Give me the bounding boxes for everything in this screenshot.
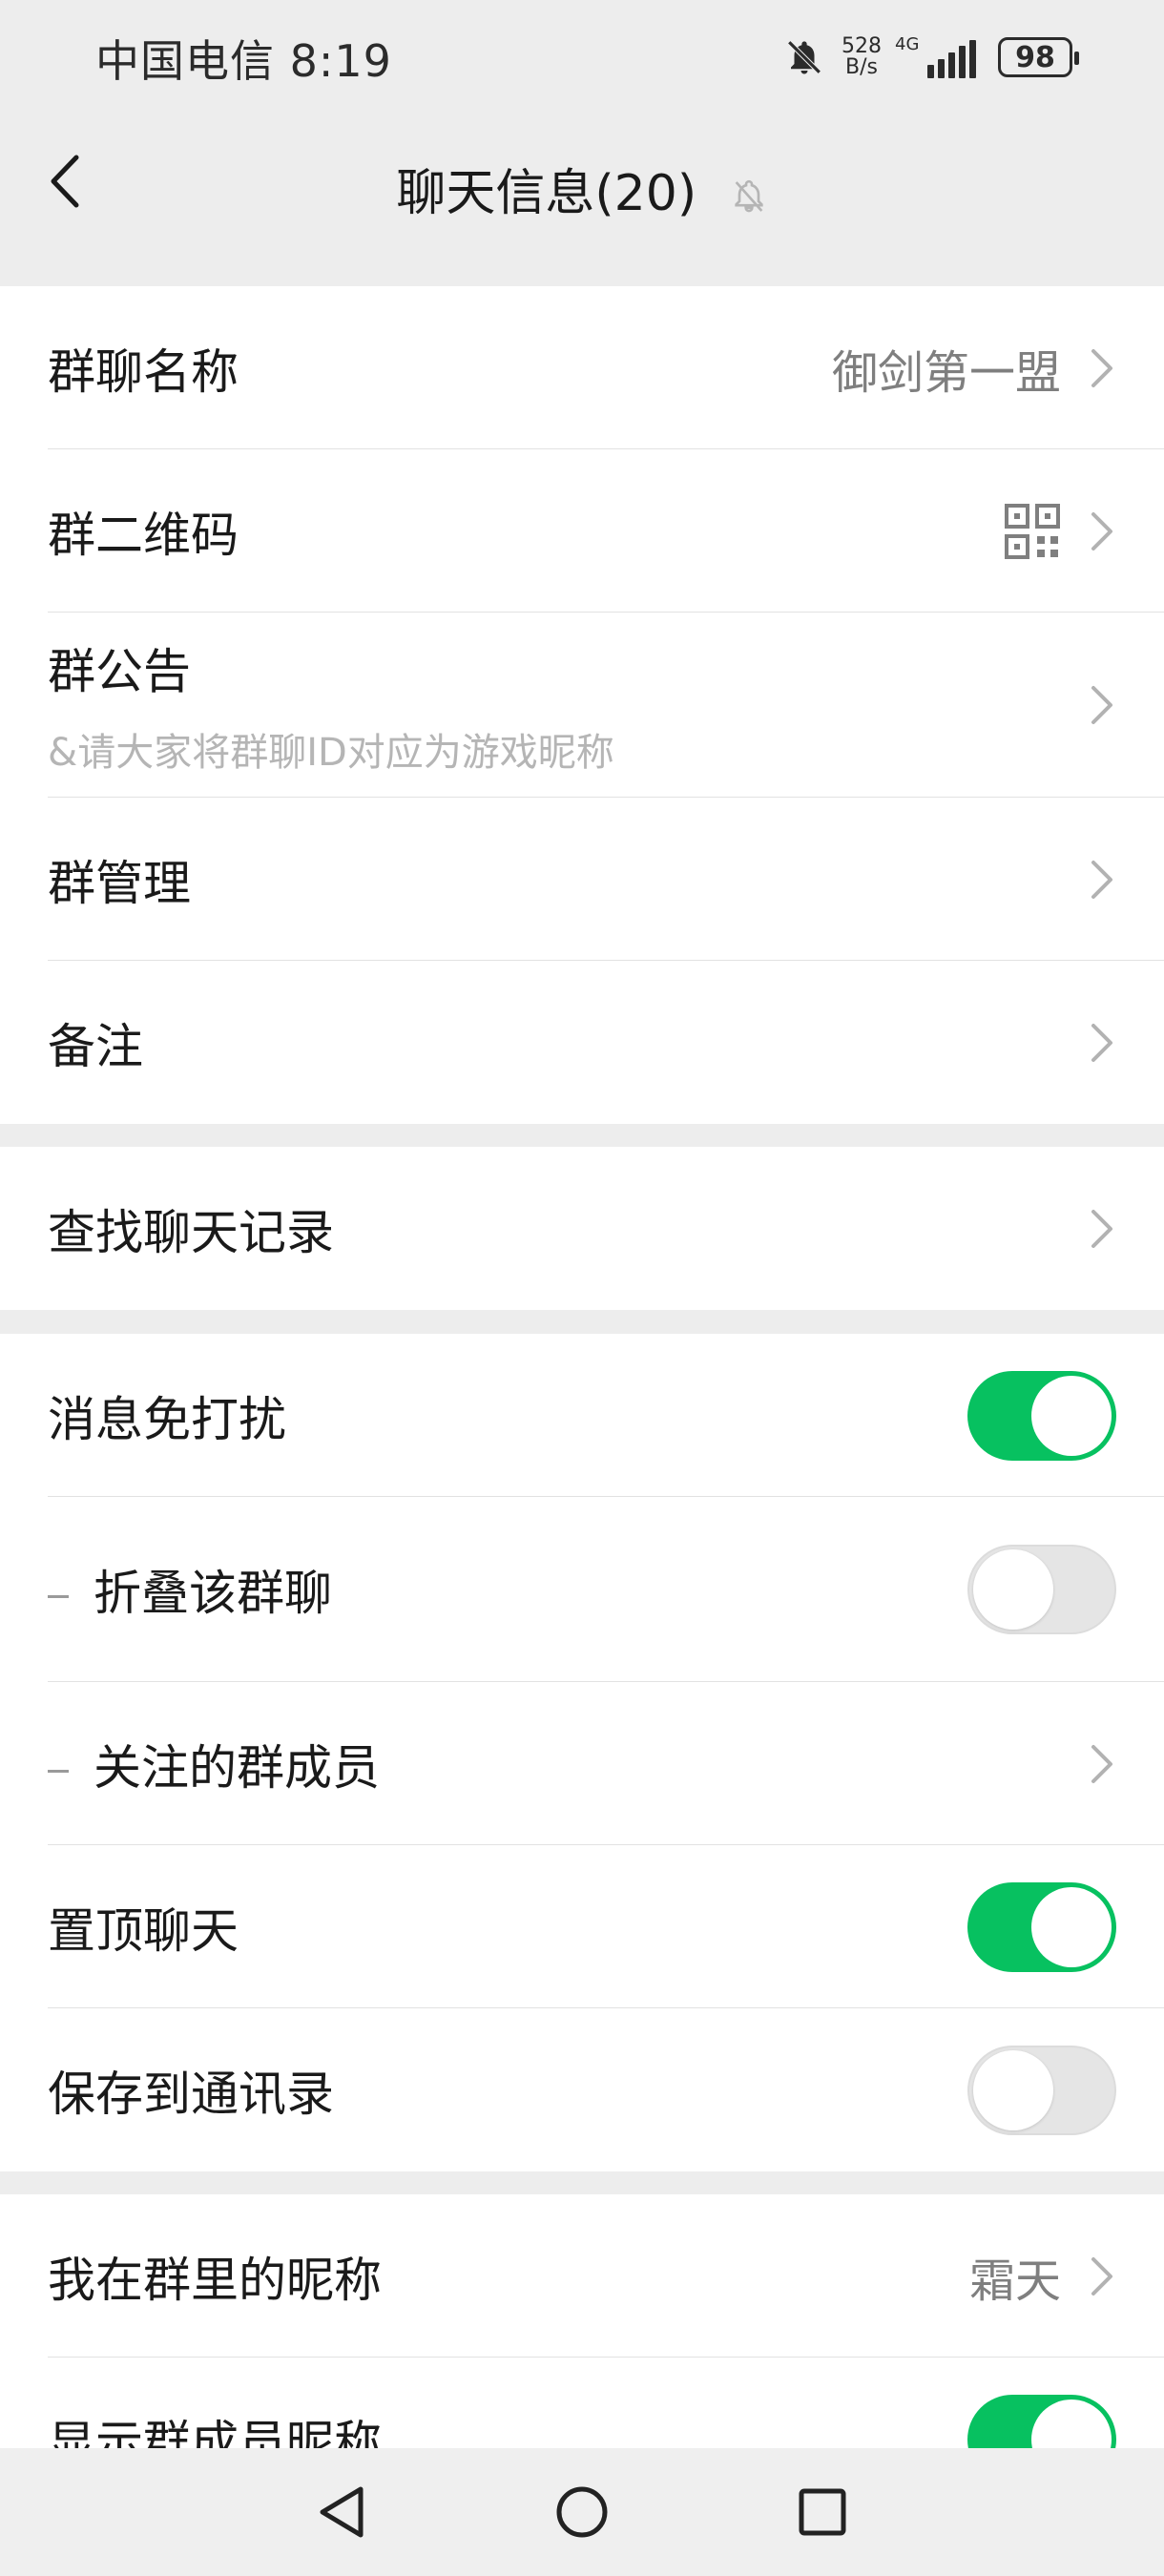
show-nickname-row: 显示群成员昵称 xyxy=(0,2358,1164,2448)
carrier-time: 中国电信 8:19 xyxy=(95,35,392,87)
toggle-knob xyxy=(1031,1375,1112,1456)
chevron-right-icon xyxy=(1091,1209,1112,1248)
remark-row[interactable]: 备注 xyxy=(0,961,1164,1124)
save-contacts-toggle[interactable] xyxy=(967,2045,1116,2135)
pin-chat-label: 置顶聊天 xyxy=(48,1902,239,1959)
toggle-knob xyxy=(973,2049,1053,2130)
my-nickname-row[interactable]: 我在群里的昵称 霜天 xyxy=(0,2194,1164,2358)
bell-off-icon xyxy=(787,40,821,74)
my-nickname-value: 霜天 xyxy=(968,2254,1061,2308)
bell-off-icon xyxy=(734,179,763,213)
dash-icon xyxy=(48,1595,69,1598)
page-title: 聊天信息(20) xyxy=(0,153,1164,224)
battery-level: 98 xyxy=(1015,40,1055,74)
save-contacts-row: 保存到通讯录 xyxy=(0,2008,1164,2171)
square-recents-icon xyxy=(799,2488,846,2536)
triangle-back-icon xyxy=(320,2486,364,2538)
net-speed-unit: B/s xyxy=(845,55,878,79)
followed-label-wrap: 关注的群成员 xyxy=(48,1730,1088,1798)
network-type: 4G xyxy=(895,34,920,54)
net-speed: 528 B/s xyxy=(842,36,882,78)
chevron-right-icon xyxy=(1091,1023,1112,1062)
group-notice-label: 群公告 xyxy=(48,644,191,699)
group-qr-label: 群二维码 xyxy=(48,507,239,563)
dnd-row: 消息免打扰 xyxy=(0,1334,1164,1497)
fold-label: 折叠该群聊 xyxy=(94,1566,332,1621)
dash-icon xyxy=(48,1769,69,1773)
net-speed-value: 528 xyxy=(842,34,882,58)
show-nickname-toggle[interactable] xyxy=(967,2394,1116,2448)
search-section: 查找聊天记录 xyxy=(0,1147,1164,1310)
followed-members-label: 关注的群成员 xyxy=(94,1739,380,1796)
group-name-value: 御剑第一盟 xyxy=(831,345,1061,400)
dnd-toggle[interactable] xyxy=(967,1370,1116,1461)
group-name-label: 群聊名称 xyxy=(48,343,239,400)
status-icons: 528 B/s 4G 98 xyxy=(784,29,1079,86)
qr-code-icon xyxy=(1005,503,1060,559)
group-notice-text: &请大家将群聊ID对应为游戏昵称 xyxy=(48,731,614,775)
show-nickname-label: 显示群成员昵称 xyxy=(48,2415,382,2449)
settings-section: 消息免打扰 折叠该群聊 关注的群成员 置顶聊天 保存到通讯录 xyxy=(0,1334,1164,2171)
fold-toggle[interactable] xyxy=(967,1545,1116,1634)
group-qr-row[interactable]: 群二维码 xyxy=(0,449,1164,613)
signal-icon: 4G xyxy=(895,34,983,78)
chevron-right-icon xyxy=(1091,511,1112,551)
nickname-section: 我在群里的昵称 霜天 显示群成员昵称 xyxy=(0,2194,1164,2448)
pin-chat-row: 置顶聊天 xyxy=(0,1845,1164,2008)
circle-home-icon xyxy=(556,2486,608,2538)
chevron-right-icon xyxy=(1091,1744,1112,1783)
nav-recents-button[interactable] xyxy=(784,2474,861,2550)
chevron-right-icon xyxy=(1091,348,1112,387)
followed-members-row[interactable]: 关注的群成员 xyxy=(0,1682,1164,1845)
chevron-right-icon xyxy=(1091,860,1112,899)
battery-icon: 98 xyxy=(998,37,1079,77)
group-manage-label: 群管理 xyxy=(48,855,191,911)
toggle-knob xyxy=(1031,2399,1112,2448)
pin-chat-toggle[interactable] xyxy=(967,1881,1116,1972)
chevron-right-icon xyxy=(1091,686,1112,724)
fold-row: 折叠该群聊 xyxy=(0,1497,1164,1682)
group-manage-row[interactable]: 群管理 xyxy=(0,798,1164,961)
chevron-right-icon xyxy=(1091,2256,1112,2296)
my-nickname-label: 我在群里的昵称 xyxy=(48,2252,382,2308)
group-notice-row[interactable]: 群公告 &请大家将群聊ID对应为游戏昵称 xyxy=(0,613,1164,798)
group-info-section: 群聊名称 御剑第一盟 群二维码 群公告 &请大家将群聊ID对应为游戏昵称 群管理… xyxy=(0,286,1164,1124)
remark-label: 备注 xyxy=(48,1018,143,1074)
save-contacts-label: 保存到通讯录 xyxy=(48,2066,334,2122)
dnd-label: 消息免打扰 xyxy=(48,1391,286,1447)
status-bar: 中国电信 8:19 528 B/s 4G 98 xyxy=(0,0,1164,114)
nav-home-button[interactable] xyxy=(544,2474,620,2550)
fold-label-wrap: 折叠该群聊 xyxy=(48,1555,967,1624)
group-name-row[interactable]: 群聊名称 御剑第一盟 xyxy=(0,286,1164,449)
page-title-text: 聊天信息(20) xyxy=(396,165,697,222)
toggle-knob xyxy=(1031,1886,1112,1967)
system-nav-bar xyxy=(0,2448,1164,2576)
search-history-label: 查找聊天记录 xyxy=(48,1204,334,1260)
nav-bar: 聊天信息(20) xyxy=(0,114,1164,248)
search-history-row[interactable]: 查找聊天记录 xyxy=(0,1147,1164,1310)
nav-back-button[interactable] xyxy=(303,2474,380,2550)
toggle-knob xyxy=(973,1549,1053,1630)
